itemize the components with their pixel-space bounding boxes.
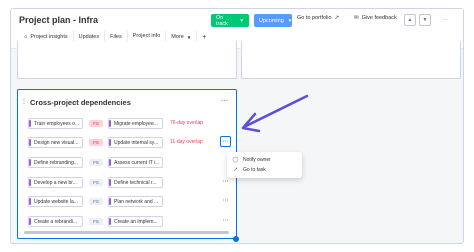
relation-badge: FS	[89, 120, 103, 127]
tab-label: Project info	[132, 33, 161, 39]
predecessor-task[interactable]: Create a rebrandi...	[28, 216, 83, 227]
dependency-row: Develop a new br... FS Define technical …	[28, 177, 233, 188]
chevron-up-icon: ▲	[407, 17, 413, 23]
successor-task[interactable]: Assess current IT i...	[108, 157, 163, 168]
add-tab-button[interactable]: +	[197, 34, 211, 41]
status-pill-label: On track	[216, 14, 228, 27]
relation-badge: FS	[89, 198, 103, 205]
successor-task[interactable]: Migrate employee...	[108, 118, 163, 129]
go-to-portfolio-label: Go to portfolio	[297, 15, 332, 21]
stage-pill-label: Upcoming	[259, 17, 284, 24]
previous-button[interactable]: ▲	[404, 14, 416, 26]
row-menu-button[interactable]: ⋯	[220, 195, 231, 206]
relation-badge: FS	[89, 159, 103, 166]
row-menu-button[interactable]: ⋯	[220, 136, 231, 147]
dependency-row: Design new visual... FS Update internal …	[28, 136, 233, 148]
dependency-row: Define rebranding... FS Assess current I…	[28, 157, 233, 168]
widget-top-left	[17, 41, 237, 79]
predecessor-task[interactable]: Update website la...	[28, 196, 83, 207]
chat-bubble-icon: ◯	[232, 157, 239, 163]
predecessor-task[interactable]: Train employees o...	[28, 118, 83, 129]
more-icon: ⋯	[442, 17, 448, 23]
tab-label: Files	[110, 34, 122, 40]
widget-menu-button[interactable]: ⋯	[221, 97, 228, 105]
row-actions-menu: ◯ Notify owner ↗ Go to task	[227, 152, 302, 178]
dependency-row: Create a rebrandi... FS Create an implem…	[28, 216, 233, 227]
stage-pill[interactable]: Upcoming ▼	[254, 14, 292, 27]
successor-task[interactable]: Update internal sy...	[108, 137, 163, 148]
horizontal-scrollbar[interactable]	[24, 231, 229, 234]
tab-label: More	[171, 34, 184, 40]
relation-badge: FS	[89, 139, 103, 146]
overlap-warning: 76-day overlap	[170, 120, 204, 126]
dependency-row: Train employees o... FS Migrate employee…	[28, 118, 233, 129]
cross-project-dependencies-widget: ⋮ Cross-project dependencies ⋯ Train emp…	[17, 89, 237, 239]
overlap-warning: 11-day overlap	[170, 139, 203, 145]
tab-label: Project insights	[30, 34, 68, 40]
next-button[interactable]: ▼	[419, 14, 431, 26]
feedback-icon: ✉	[354, 15, 359, 21]
home-icon: ⌂	[24, 34, 28, 40]
drag-handle-icon[interactable]: ⋮	[21, 98, 27, 105]
successor-task[interactable]: Define technical r...	[108, 177, 163, 188]
relation-badge: FS	[89, 218, 103, 225]
predecessor-task[interactable]: Design new visual...	[28, 137, 83, 148]
menu-item-label: Go to task	[243, 167, 266, 173]
page-title: Project plan - Infra	[19, 15, 99, 25]
chevron-down-icon: ▼	[239, 18, 244, 23]
chevron-down-icon: ▼	[186, 34, 192, 40]
predecessor-task[interactable]: Develop a new br...	[28, 177, 83, 188]
external-link-icon: ↗	[233, 167, 238, 173]
dependency-row: Update website la... FS Plan network and…	[28, 196, 233, 207]
chevron-down-icon: ▼	[287, 18, 293, 23]
tab-label: Updates	[78, 34, 100, 40]
go-to-portfolio-button[interactable]: Go to portfolio ↗	[297, 15, 339, 21]
relation-badge: FS	[89, 179, 103, 186]
app-window: Project plan - Infra On track ▼ Upcoming…	[10, 8, 464, 244]
successor-task[interactable]: Create an implem...	[108, 216, 163, 227]
menu-item-go-to-task[interactable]: ↗ Go to task	[227, 165, 302, 175]
status-pill[interactable]: On track ▼	[211, 14, 249, 27]
widget-title: Cross-project dependencies	[30, 98, 131, 107]
give-feedback-button[interactable]: ✉ Give feedback	[354, 15, 397, 21]
menu-item-notify-owner[interactable]: ◯ Notify owner	[227, 155, 302, 165]
external-link-icon: ↗	[334, 15, 340, 21]
resize-handle[interactable]	[233, 236, 239, 242]
menu-item-label: Notify owner	[243, 157, 271, 163]
chevron-down-icon: ▼	[422, 17, 428, 23]
successor-task[interactable]: Plan network and ...	[108, 196, 163, 207]
widget-top-right	[241, 41, 461, 79]
row-menu-button[interactable]: ⋯	[220, 215, 231, 226]
give-feedback-label: Give feedback	[361, 15, 397, 21]
more-options-button[interactable]: ⋯	[439, 14, 451, 26]
predecessor-task[interactable]: Define rebranding...	[28, 157, 83, 168]
